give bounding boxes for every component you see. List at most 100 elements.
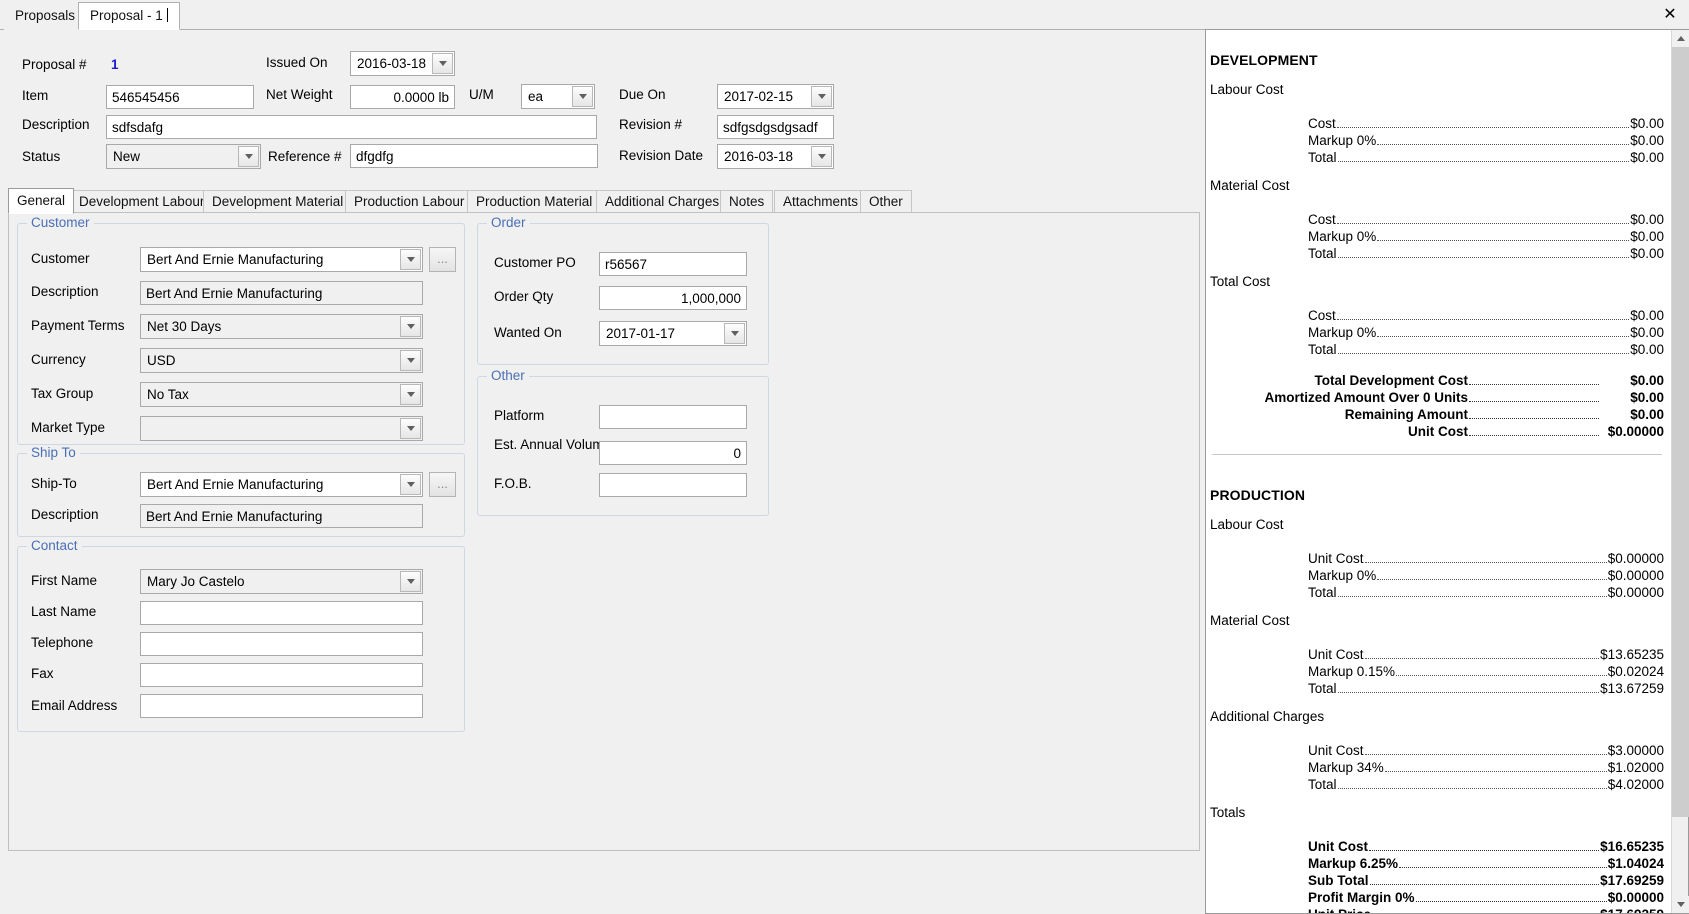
chevron-down-icon[interactable] xyxy=(400,350,421,371)
proposal-number-value: 1 xyxy=(111,57,119,72)
tab-production-labour[interactable]: Production Labour xyxy=(345,190,474,213)
tab-other[interactable]: Other xyxy=(860,190,912,213)
chevron-down-icon[interactable] xyxy=(400,316,421,337)
leader-dots xyxy=(1469,384,1599,385)
summary-row: Total $0.00 xyxy=(1308,150,1664,165)
order-qty-input[interactable] xyxy=(599,286,747,310)
last-name-input[interactable] xyxy=(140,601,423,625)
item-input[interactable] xyxy=(106,85,254,109)
est-annual-volume-input[interactable] xyxy=(599,441,747,465)
customer-combobox[interactable]: Bert And Ernie Manufacturing xyxy=(140,247,423,272)
summary-row-bold: Unit Price$17.69259 xyxy=(1306,906,1664,913)
proposal-window: Proposals Proposal - 1 ✕ Proposal # 1 It… xyxy=(0,0,1689,914)
chevron-down-icon[interactable] xyxy=(400,474,421,495)
tab-development-labour[interactable]: Development Labour xyxy=(70,190,214,213)
leader-dots xyxy=(1337,161,1630,162)
customer-po-label: Customer PO xyxy=(494,255,576,270)
customer-po-input[interactable] xyxy=(599,252,747,276)
due-on-label: Due On xyxy=(619,87,666,102)
tab-production-material[interactable]: Production Material xyxy=(467,190,602,213)
leader-dots xyxy=(1364,562,1607,563)
currency-combobox[interactable]: USD xyxy=(140,348,423,373)
scrollbar-thumb[interactable] xyxy=(1672,47,1689,817)
tab-development-material[interactable]: Development Material xyxy=(203,190,353,213)
development-heading: DEVELOPMENT xyxy=(1210,52,1318,68)
chevron-down-icon[interactable] xyxy=(811,146,832,167)
um-label: U/M xyxy=(469,87,494,102)
chevron-down-icon[interactable] xyxy=(572,86,593,107)
summary-row-bold: Profit Margin 0% $0.00000 xyxy=(1308,890,1664,905)
summary-row: Total $0.00 xyxy=(1308,342,1664,357)
ship-to-browse-button[interactable]: ... xyxy=(429,472,456,497)
revision-date-datepicker[interactable]: 2016-03-18 xyxy=(717,144,834,169)
wanted-on-datepicker[interactable]: 2017-01-17 xyxy=(599,321,747,346)
cost-summary-panel: DEVELOPMENT Labour Cost Cost $0.00 Markup… xyxy=(1205,29,1689,914)
first-name-combobox[interactable]: Mary Jo Castelo xyxy=(140,569,423,594)
platform-input[interactable] xyxy=(599,405,747,429)
order-groupbox-title: Order xyxy=(487,215,530,230)
issued-on-datepicker[interactable]: 2016-03-18 xyxy=(350,51,455,76)
chevron-down-icon[interactable] xyxy=(400,571,421,592)
tax-group-label: Tax Group xyxy=(31,386,94,401)
chevron-down-icon[interactable] xyxy=(400,418,421,439)
scroll-up-icon[interactable] xyxy=(1672,30,1689,47)
ship-to-value: Bert And Ernie Manufacturing xyxy=(147,477,324,492)
chevron-down-icon[interactable] xyxy=(432,53,453,74)
tab-general[interactable]: General xyxy=(8,188,75,214)
chevron-down-icon[interactable] xyxy=(400,384,421,405)
customer-description-input xyxy=(140,281,423,305)
status-combobox[interactable]: New xyxy=(106,144,261,169)
chevron-down-icon[interactable] xyxy=(400,249,421,270)
tab-notes[interactable]: Notes xyxy=(720,190,774,213)
other-groupbox: Other Platform Est. Annual Volume F.O.B. xyxy=(477,368,769,516)
fax-input[interactable] xyxy=(140,663,423,687)
leader-dots xyxy=(1369,884,1600,885)
leader-dots xyxy=(1337,257,1630,258)
tab-general-label: General xyxy=(17,193,66,208)
leader-dots xyxy=(1337,353,1630,354)
summary-row: Total $4.02000 xyxy=(1308,777,1664,792)
net-weight-input[interactable] xyxy=(350,85,455,109)
leader-dots xyxy=(1337,788,1607,789)
due-on-datepicker[interactable]: 2017-02-15 xyxy=(717,84,834,109)
proposal-header-form: Proposal # 1 Item Description Status New… xyxy=(0,31,1198,183)
market-type-combobox[interactable] xyxy=(140,416,423,441)
tax-group-combobox[interactable]: No Tax xyxy=(140,382,423,407)
reference-number-input[interactable] xyxy=(350,144,598,168)
revision-date-value: 2016-03-18 xyxy=(724,149,794,164)
chevron-down-icon[interactable] xyxy=(238,146,259,167)
customer-label: Customer xyxy=(31,251,90,266)
summary-row-bold: Unit Cost $0.00000 xyxy=(1408,424,1664,439)
summary-vertical-scrollbar[interactable] xyxy=(1671,30,1689,913)
tab-development-material-label: Development Material xyxy=(212,194,344,209)
email-address-input[interactable] xyxy=(140,694,423,718)
chevron-down-icon[interactable] xyxy=(811,86,832,107)
development-material-cost-label: Material Cost xyxy=(1210,178,1290,193)
tab-additional-charges[interactable]: Additional Charges xyxy=(596,190,729,213)
telephone-input[interactable] xyxy=(140,632,423,656)
text-caret xyxy=(166,8,168,22)
revision-number-input[interactable] xyxy=(717,115,834,139)
leader-dots xyxy=(1364,658,1600,659)
summary-row: Total $0.00 xyxy=(1308,246,1664,261)
ship-to-combobox[interactable]: Bert And Ernie Manufacturing xyxy=(140,472,423,497)
fob-label: F.O.B. xyxy=(494,476,532,491)
chevron-down-icon[interactable] xyxy=(724,323,745,344)
customer-browse-button[interactable]: ... xyxy=(429,247,456,272)
document-tab-proposals[interactable]: Proposals xyxy=(4,3,87,30)
leader-dots xyxy=(1469,435,1599,436)
payment-terms-combobox[interactable]: Net 30 Days xyxy=(140,314,423,339)
production-additional-charges-label: Additional Charges xyxy=(1210,709,1325,724)
um-combobox[interactable]: ea xyxy=(521,84,595,109)
fob-input[interactable] xyxy=(599,473,747,497)
document-tab-proposal-1[interactable]: Proposal - 1 xyxy=(78,2,180,30)
last-name-label: Last Name xyxy=(31,604,97,619)
production-totals-label: Totals xyxy=(1210,805,1246,820)
description-label: Description xyxy=(22,117,90,132)
close-icon[interactable]: ✕ xyxy=(1660,4,1680,24)
production-totals-rows: Unit Cost $16.65235 Markup 6.25% $1.04024 … xyxy=(1306,826,1664,913)
scroll-down-icon[interactable] xyxy=(1672,896,1689,913)
tab-attachments[interactable]: Attachments xyxy=(774,190,868,213)
description-input[interactable] xyxy=(106,115,597,139)
ship-to-groupbox: Ship To Ship-To Bert And Ernie Manufactu… xyxy=(17,445,465,537)
